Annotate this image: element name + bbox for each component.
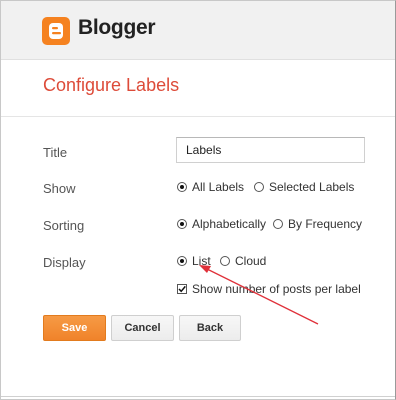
annotation-arrow-icon [199, 265, 319, 325]
bottom-border [1, 396, 395, 397]
